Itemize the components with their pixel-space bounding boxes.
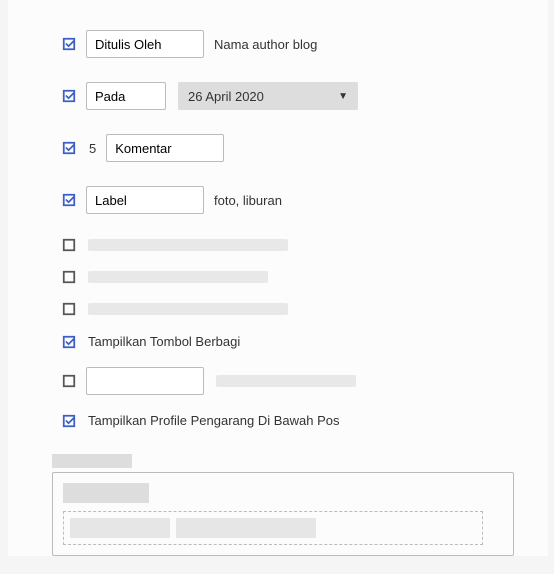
dashed-box: [63, 511, 483, 545]
placeholder-bar: [216, 375, 356, 387]
row-comments: 5: [8, 134, 548, 186]
label-preview: foto, liburan: [214, 193, 282, 208]
chevron-down-icon: ▼: [338, 91, 348, 102]
tab-bar: [52, 454, 548, 468]
row-share: Tampilkan Tombol Berbagi: [8, 334, 548, 367]
share-label: Tampilkan Tombol Berbagi: [88, 334, 240, 349]
checkbox-placeholder-1[interactable]: [62, 238, 76, 252]
input-date-label[interactable]: [86, 82, 166, 110]
checkbox-placeholder-2[interactable]: [62, 270, 76, 284]
dashed-inner-2: [176, 518, 316, 538]
checkbox-placeholder-input[interactable]: [62, 374, 76, 388]
checkbox-label[interactable]: [62, 193, 76, 207]
row-placeholder-2: [8, 270, 548, 302]
row-date: 26 April 2020 ▼: [8, 82, 548, 134]
bottom-section: [8, 454, 548, 556]
tab-placeholder[interactable]: [52, 454, 132, 468]
row-profile: Tampilkan Profile Pengarang Di Bawah Pos: [8, 413, 548, 446]
checkbox-date[interactable]: [62, 89, 76, 103]
row-placeholder-3: [8, 302, 548, 334]
checkbox-share[interactable]: [62, 335, 76, 349]
checkbox-author[interactable]: [62, 37, 76, 51]
input-author-label[interactable]: [86, 30, 204, 58]
placeholder-bar: [88, 303, 288, 315]
row-placeholder-1: [8, 238, 548, 270]
checkbox-profile[interactable]: [62, 414, 76, 428]
row-label: foto, liburan: [8, 186, 548, 238]
dropdown-date-format[interactable]: 26 April 2020 ▼: [178, 82, 358, 110]
placeholder-bar: [88, 239, 288, 251]
input-placeholder[interactable]: [86, 367, 204, 395]
profile-label: Tampilkan Profile Pengarang Di Bawah Pos: [88, 413, 339, 428]
row-placeholder-input: [8, 367, 548, 413]
dashed-inner-1: [70, 518, 170, 538]
checkbox-comments[interactable]: [62, 141, 76, 155]
placeholder-bar: [88, 271, 268, 283]
row-author: Nama author blog: [8, 30, 548, 82]
dropdown-date-value: 26 April 2020: [188, 89, 264, 104]
input-label-label[interactable]: [86, 186, 204, 214]
author-preview: Nama author blog: [214, 37, 317, 52]
content-box: [52, 472, 514, 556]
settings-panel: Nama author blog 26 April 2020 ▼ 5 foto,…: [8, 0, 548, 556]
checkbox-placeholder-3[interactable]: [62, 302, 76, 316]
inner-block: [63, 483, 149, 503]
input-comments-label[interactable]: [106, 134, 224, 162]
comments-count: 5: [89, 141, 96, 156]
